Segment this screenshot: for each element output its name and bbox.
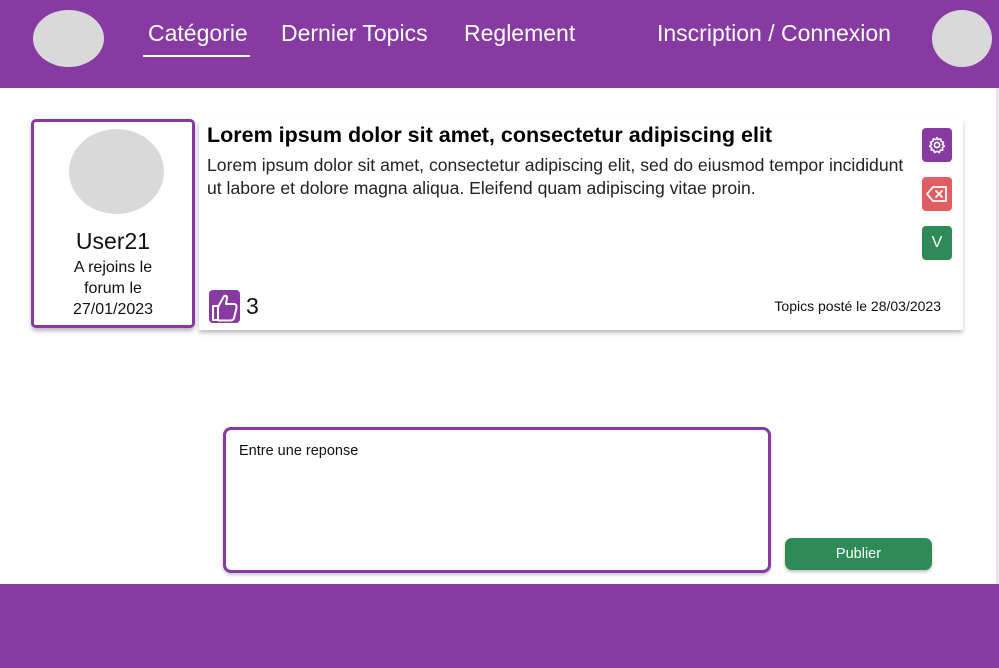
topic-body: Lorem ipsum dolor sit amet, consectetur … [207,155,904,198]
validate-button[interactable]: V [922,226,952,260]
author-avatar [69,129,164,214]
reply-input[interactable] [239,443,754,553]
like-button[interactable] [209,290,240,323]
footer [0,584,999,668]
profile-avatar[interactable] [932,10,992,67]
author-join-date: A rejoins le forum le 27/01/2023 [72,259,154,318]
like-count: 3 [246,293,259,319]
topic-title: Lorem ipsum dolor sit amet, consectetur … [207,123,773,147]
topic-post: Lorem ipsum dolor sit amet, consectetur … [199,119,963,330]
author-card: User21 A rejoins le forum le 27/01/2023 [31,119,195,328]
gear-icon [928,136,946,154]
nav-link-latest-topics[interactable]: Dernier Topics [281,18,428,48]
backspace-icon [926,186,947,202]
thumbs-up-icon [212,294,238,322]
publish-button[interactable]: Publier [785,538,932,570]
active-nav-underline [143,55,250,57]
nav-link-rules[interactable]: Reglement [464,18,575,48]
delete-button[interactable] [922,177,952,211]
reply-box [223,427,771,573]
nav-link-categories[interactable]: Catégorie [148,18,248,48]
top-navbar: Catégorie Dernier Topics Reglement Inscr… [0,0,999,88]
site-logo[interactable] [33,10,104,67]
author-name: User21 [75,228,151,254]
topic-post-date: Topics posté le 28/03/2023 [774,298,941,314]
settings-button[interactable] [922,128,952,162]
nav-link-auth[interactable]: Inscription / Connexion [657,18,891,48]
